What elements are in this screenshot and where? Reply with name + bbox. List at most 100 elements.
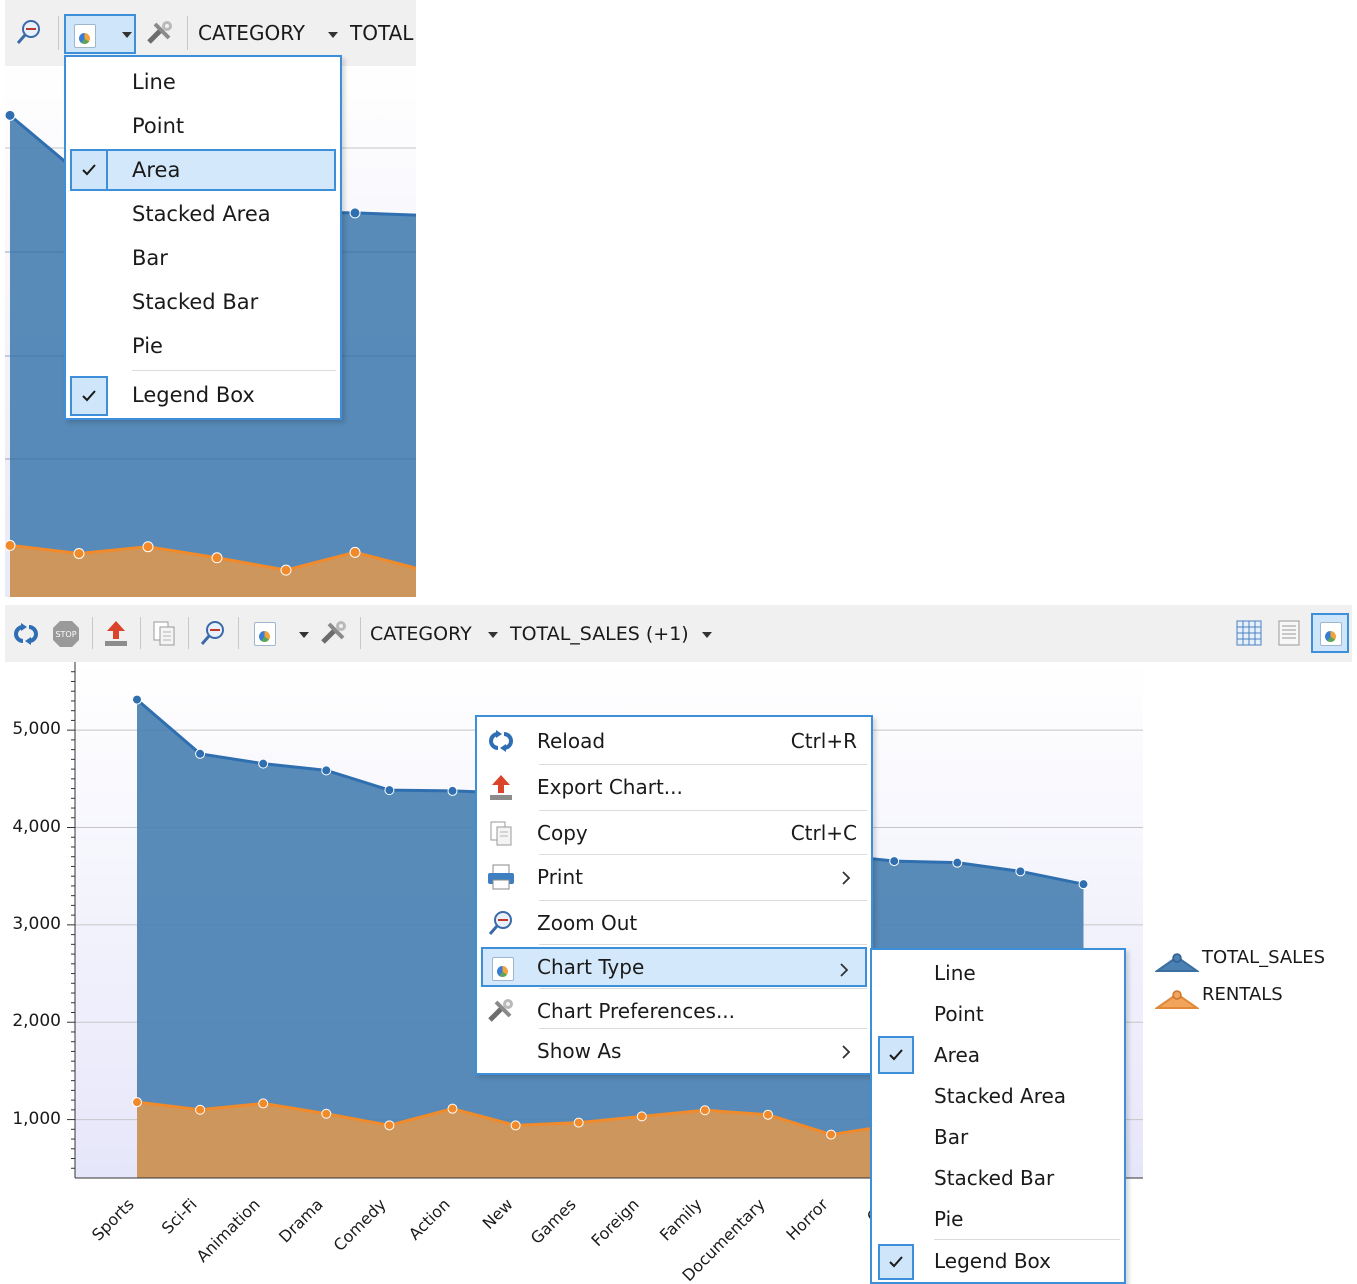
menu-item-legend-box[interactable]: Legend Box [876, 1244, 1120, 1280]
menu-item-stacked-area[interactable]: Stacked Area [70, 193, 336, 235]
menu-item-label: Stacked Bar [934, 1166, 1055, 1190]
menu-item-legend-box[interactable]: Legend Box [70, 376, 336, 416]
menu-item-label: Chart Preferences... [537, 999, 736, 1023]
menu-item-shortcut: Ctrl+R [790, 729, 857, 753]
y-tick-label: 4,000 [12, 816, 61, 837]
reload-icon[interactable] [10, 619, 42, 649]
menu-item-stacked-bar[interactable]: Stacked Bar [876, 1159, 1120, 1197]
copy-icon[interactable] [149, 617, 179, 649]
rentals-point [763, 1109, 773, 1120]
x-field-selector[interactable]: CATEGORY [370, 622, 472, 646]
menu-item-chart-preferences[interactable]: Chart Preferences... [481, 991, 867, 1031]
legend-item-rentals: RENTALS [1155, 982, 1350, 1012]
chevron-down-icon[interactable] [702, 632, 712, 638]
rentals-point [636, 1111, 647, 1122]
x-field-selector[interactable]: CATEGORY [198, 21, 305, 45]
chart-view-icon [1320, 622, 1342, 646]
text-view-icon[interactable] [1275, 617, 1303, 649]
menu-item-line[interactable]: Line [876, 954, 1120, 992]
menu-item-bar[interactable]: Bar [70, 237, 336, 279]
total-sales-point [1015, 866, 1026, 877]
menu-item-line[interactable]: Line [70, 61, 336, 103]
total-sales-point [132, 694, 142, 705]
menu-item-pie[interactable]: Pie [70, 325, 336, 367]
menu-item-area[interactable]: Area [876, 1036, 1120, 1074]
menu-item-chart-type[interactable]: Chart Type [481, 947, 867, 987]
top-rentals-point [349, 546, 361, 558]
menu-item-label: Area [934, 1043, 981, 1067]
print-icon [485, 861, 517, 893]
rentals-point [699, 1105, 710, 1116]
grid-view-icon[interactable] [1233, 617, 1265, 649]
menu-item-label: Zoom Out [537, 911, 638, 935]
menu-item-bar[interactable]: Bar [876, 1118, 1120, 1156]
menu-item-copy[interactable]: Copy Ctrl+C [481, 813, 867, 853]
top-total-sales-point [349, 207, 361, 219]
menu-item-show-as[interactable]: Show As [481, 1031, 867, 1071]
menu-item-export-chart[interactable]: Export Chart... [481, 767, 867, 807]
zoom-out-icon[interactable] [13, 16, 45, 48]
menu-item-label: Area [132, 158, 181, 182]
copy-icon [485, 817, 517, 849]
chart-type-icon [487, 953, 519, 985]
menu-item-stacked-bar[interactable]: Stacked Bar [70, 281, 336, 323]
top-rentals-point [73, 547, 85, 559]
menu-item-label: Chart Type [537, 955, 645, 979]
toolbar-separator [238, 617, 239, 649]
toolbar-separator [187, 16, 188, 50]
menu-item-pie[interactable]: Pie [876, 1200, 1120, 1238]
menu-item-label: Stacked Area [934, 1084, 1067, 1108]
chevron-down-icon[interactable] [488, 632, 498, 638]
y-tick-label: 5,000 [12, 719, 61, 740]
menu-separator [539, 810, 867, 811]
stop-icon[interactable]: STOP [49, 617, 83, 651]
total-sales-point [1078, 879, 1089, 890]
chevron-right-icon [840, 962, 849, 981]
preferences-icon[interactable] [318, 617, 350, 649]
chart-type-icon[interactable] [252, 619, 276, 647]
preferences-icon[interactable] [143, 17, 177, 49]
total-sales-point [384, 785, 395, 796]
checkmark-icon [70, 376, 108, 416]
menu-item-point[interactable]: Point [876, 995, 1120, 1033]
total-sales-point [889, 856, 900, 867]
chart-type-button[interactable] [64, 14, 136, 54]
menu-item-label: Pie [132, 334, 163, 358]
chart-context-menu: Reload Ctrl+R Export Chart... Copy Ctrl+C Pri… [475, 715, 873, 1075]
toolbar-separator [58, 16, 59, 50]
reload-icon [485, 725, 517, 757]
preferences-icon [485, 995, 517, 1027]
svg-text:STOP: STOP [55, 630, 76, 639]
menu-item-reload[interactable]: Reload Ctrl+R [481, 721, 867, 761]
y-tick-label: 2,000 [12, 1011, 61, 1032]
zoom-out-icon[interactable] [197, 617, 229, 649]
chart-type-menu: Line Point Area Stacked Area Bar Stacked Bar P… [64, 55, 342, 420]
rentals-point [826, 1129, 837, 1140]
menu-separator [539, 900, 867, 901]
total-sales-point [195, 748, 206, 759]
menu-item-label: Export Chart... [537, 775, 683, 799]
chevron-down-icon[interactable] [299, 632, 309, 638]
menu-item-print[interactable]: Print [481, 857, 867, 897]
export-icon[interactable] [101, 617, 131, 649]
chart-type-submenu: Line Point Area Stacked Area Bar Stacked Bar P… [870, 948, 1126, 1284]
y-field-selector[interactable]: TOTAL [350, 21, 413, 45]
checkmark-icon [878, 1244, 914, 1280]
bottom-panel: STOP CATEGORY TOTAL_SALES (+1) 1,000 2,0… [5, 605, 1352, 1284]
menu-item-zoom-out[interactable]: Zoom Out [481, 903, 867, 943]
toolbar-separator [140, 617, 141, 649]
menu-item-stacked-area[interactable]: Stacked Area [876, 1077, 1120, 1115]
chevron-down-icon [122, 32, 132, 38]
y-field-selector[interactable]: TOTAL_SALES (+1) [510, 622, 689, 646]
rentals-point [384, 1120, 395, 1131]
total-sales-point [258, 758, 269, 769]
chart-view-button[interactable] [1311, 613, 1349, 653]
menu-item-label: Legend Box [934, 1249, 1052, 1273]
menu-item-area[interactable]: Area [70, 149, 336, 191]
total-sales-point [952, 857, 963, 868]
menu-item-label: Stacked Bar [132, 290, 259, 314]
top-rentals-point [280, 564, 292, 576]
chevron-down-icon[interactable] [328, 32, 338, 38]
menu-item-point[interactable]: Point [70, 105, 336, 147]
menu-item-label: Line [132, 70, 176, 94]
